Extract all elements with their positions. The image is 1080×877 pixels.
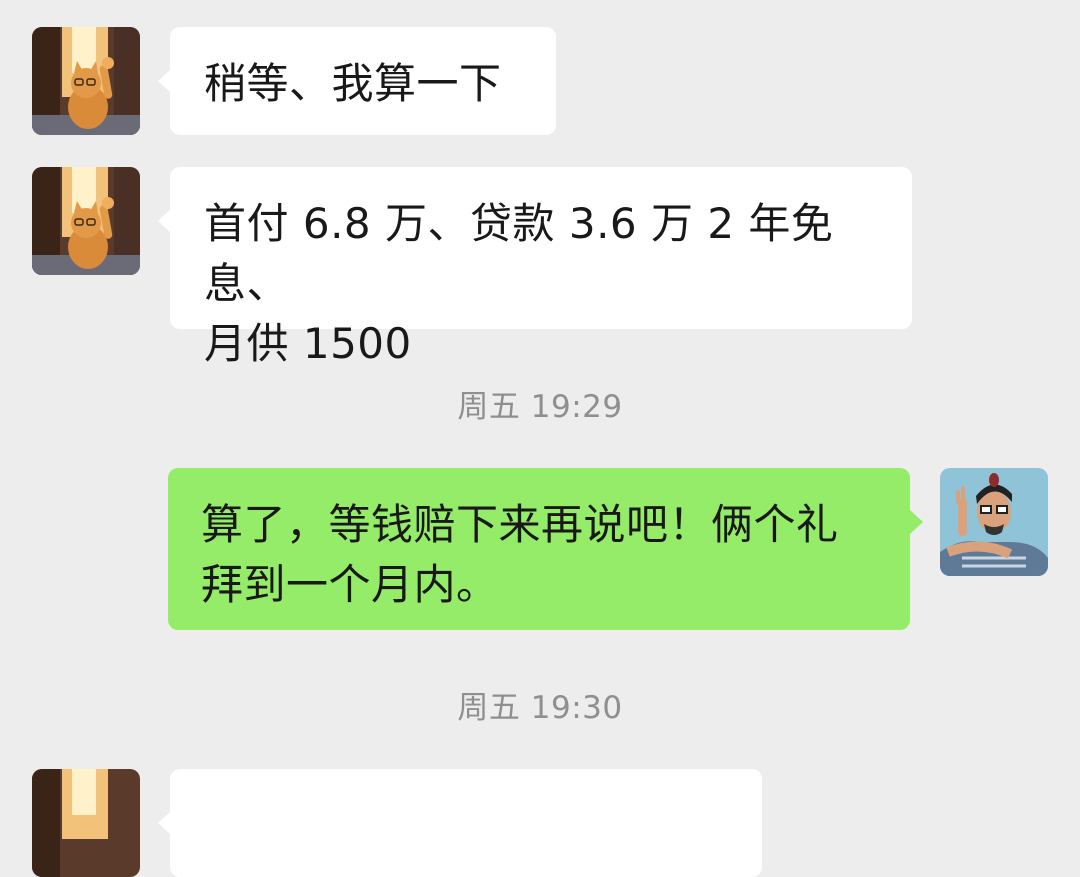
message-bubble[interactable]: 首付 6.8 万、贷款 3.6 万 2 年免息、 月供 1500 [158,167,912,368]
cat-waving-icon [32,769,140,877]
message-bubble[interactable]: 算了，等钱赔下来再说吧！俩个礼 拜到一个月内。 [168,468,923,630]
my-avatar[interactable] [940,468,1048,576]
cat-waving-icon [32,27,140,135]
message-line: 算了，等钱赔下来再说吧！俩个礼 [201,500,839,549]
message-bubble[interactable]: 稍等、我算一下 [158,27,556,135]
chat-area[interactable]: 稍等、我算一下 首付 6.8 万、贷款 3.6 万 2 年免息、 月供 1500… [0,0,1080,877]
message-line: 稍等、我算一下 [204,59,502,108]
cartoon-man-icon [940,468,1048,576]
contact-avatar[interactable] [32,27,140,135]
message-line: 月供 1500 [204,319,412,368]
message-line: 拜到一个月内。 [201,560,499,609]
timestamp: 周五 19:30 [457,690,623,726]
contact-avatar[interactable] [32,769,140,877]
message-line: 首付 6.8 万、贷款 3.6 万 2 年免息、 [204,199,834,308]
message-bubble[interactable] [158,769,762,877]
cat-waving-icon [32,167,140,275]
contact-avatar[interactable] [32,167,140,275]
timestamp: 周五 19:29 [457,389,623,425]
